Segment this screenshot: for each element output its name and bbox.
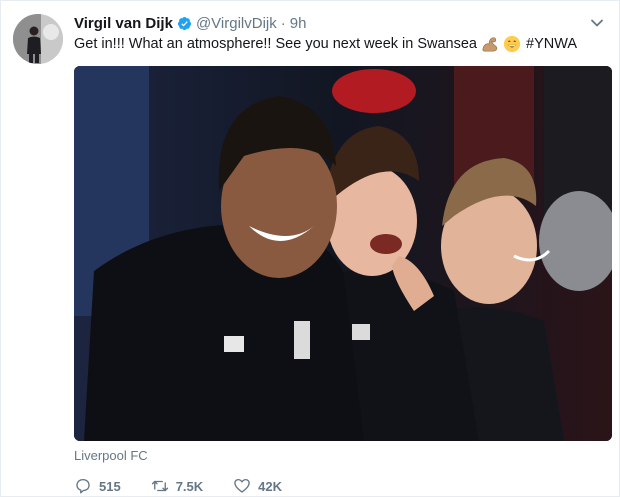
tweet-card[interactable]: Virgil van Dijk @VirgilvDijk · 9h Get in… xyxy=(0,0,620,497)
heart-icon xyxy=(234,478,250,493)
chevron-down-icon[interactable] xyxy=(589,15,605,31)
photo-caption[interactable]: Liverpool FC xyxy=(74,448,148,463)
tweet-text: Get in!!! What an atmosphere!! See you n… xyxy=(74,35,577,53)
user-handle[interactable]: @VirgilvDijk xyxy=(196,15,277,32)
reply-count: 515 xyxy=(99,478,121,494)
tweet-photo[interactable] xyxy=(74,66,612,441)
avatar-image xyxy=(13,14,63,64)
like-count: 42K xyxy=(258,478,283,494)
verified-badge-icon xyxy=(177,16,191,30)
separator-dot: · xyxy=(280,14,286,32)
tweet-actions: 515 7.5K 42K xyxy=(74,476,312,496)
avatar[interactable] xyxy=(13,14,63,64)
tweet-header: Virgil van Dijk @VirgilvDijk · 9h xyxy=(74,13,306,33)
retweet-button[interactable]: 7.5K xyxy=(151,477,203,495)
display-name[interactable]: Virgil van Dijk xyxy=(74,15,173,32)
timestamp[interactable]: 9h xyxy=(290,15,307,32)
hashtag-link[interactable]: #YNWA xyxy=(526,36,577,52)
grinning-face-icon xyxy=(503,35,521,53)
retweet-count: 7.5K xyxy=(175,478,204,494)
retweet-icon xyxy=(151,480,168,492)
tweet-body-text: Get in!!! What an atmosphere!! See you n… xyxy=(74,36,477,52)
reply-icon xyxy=(76,478,90,494)
reply-button[interactable]: 515 xyxy=(74,477,121,495)
flexed-biceps-icon xyxy=(482,37,498,52)
players-photo xyxy=(74,66,612,441)
like-button[interactable]: 42K xyxy=(233,477,282,495)
